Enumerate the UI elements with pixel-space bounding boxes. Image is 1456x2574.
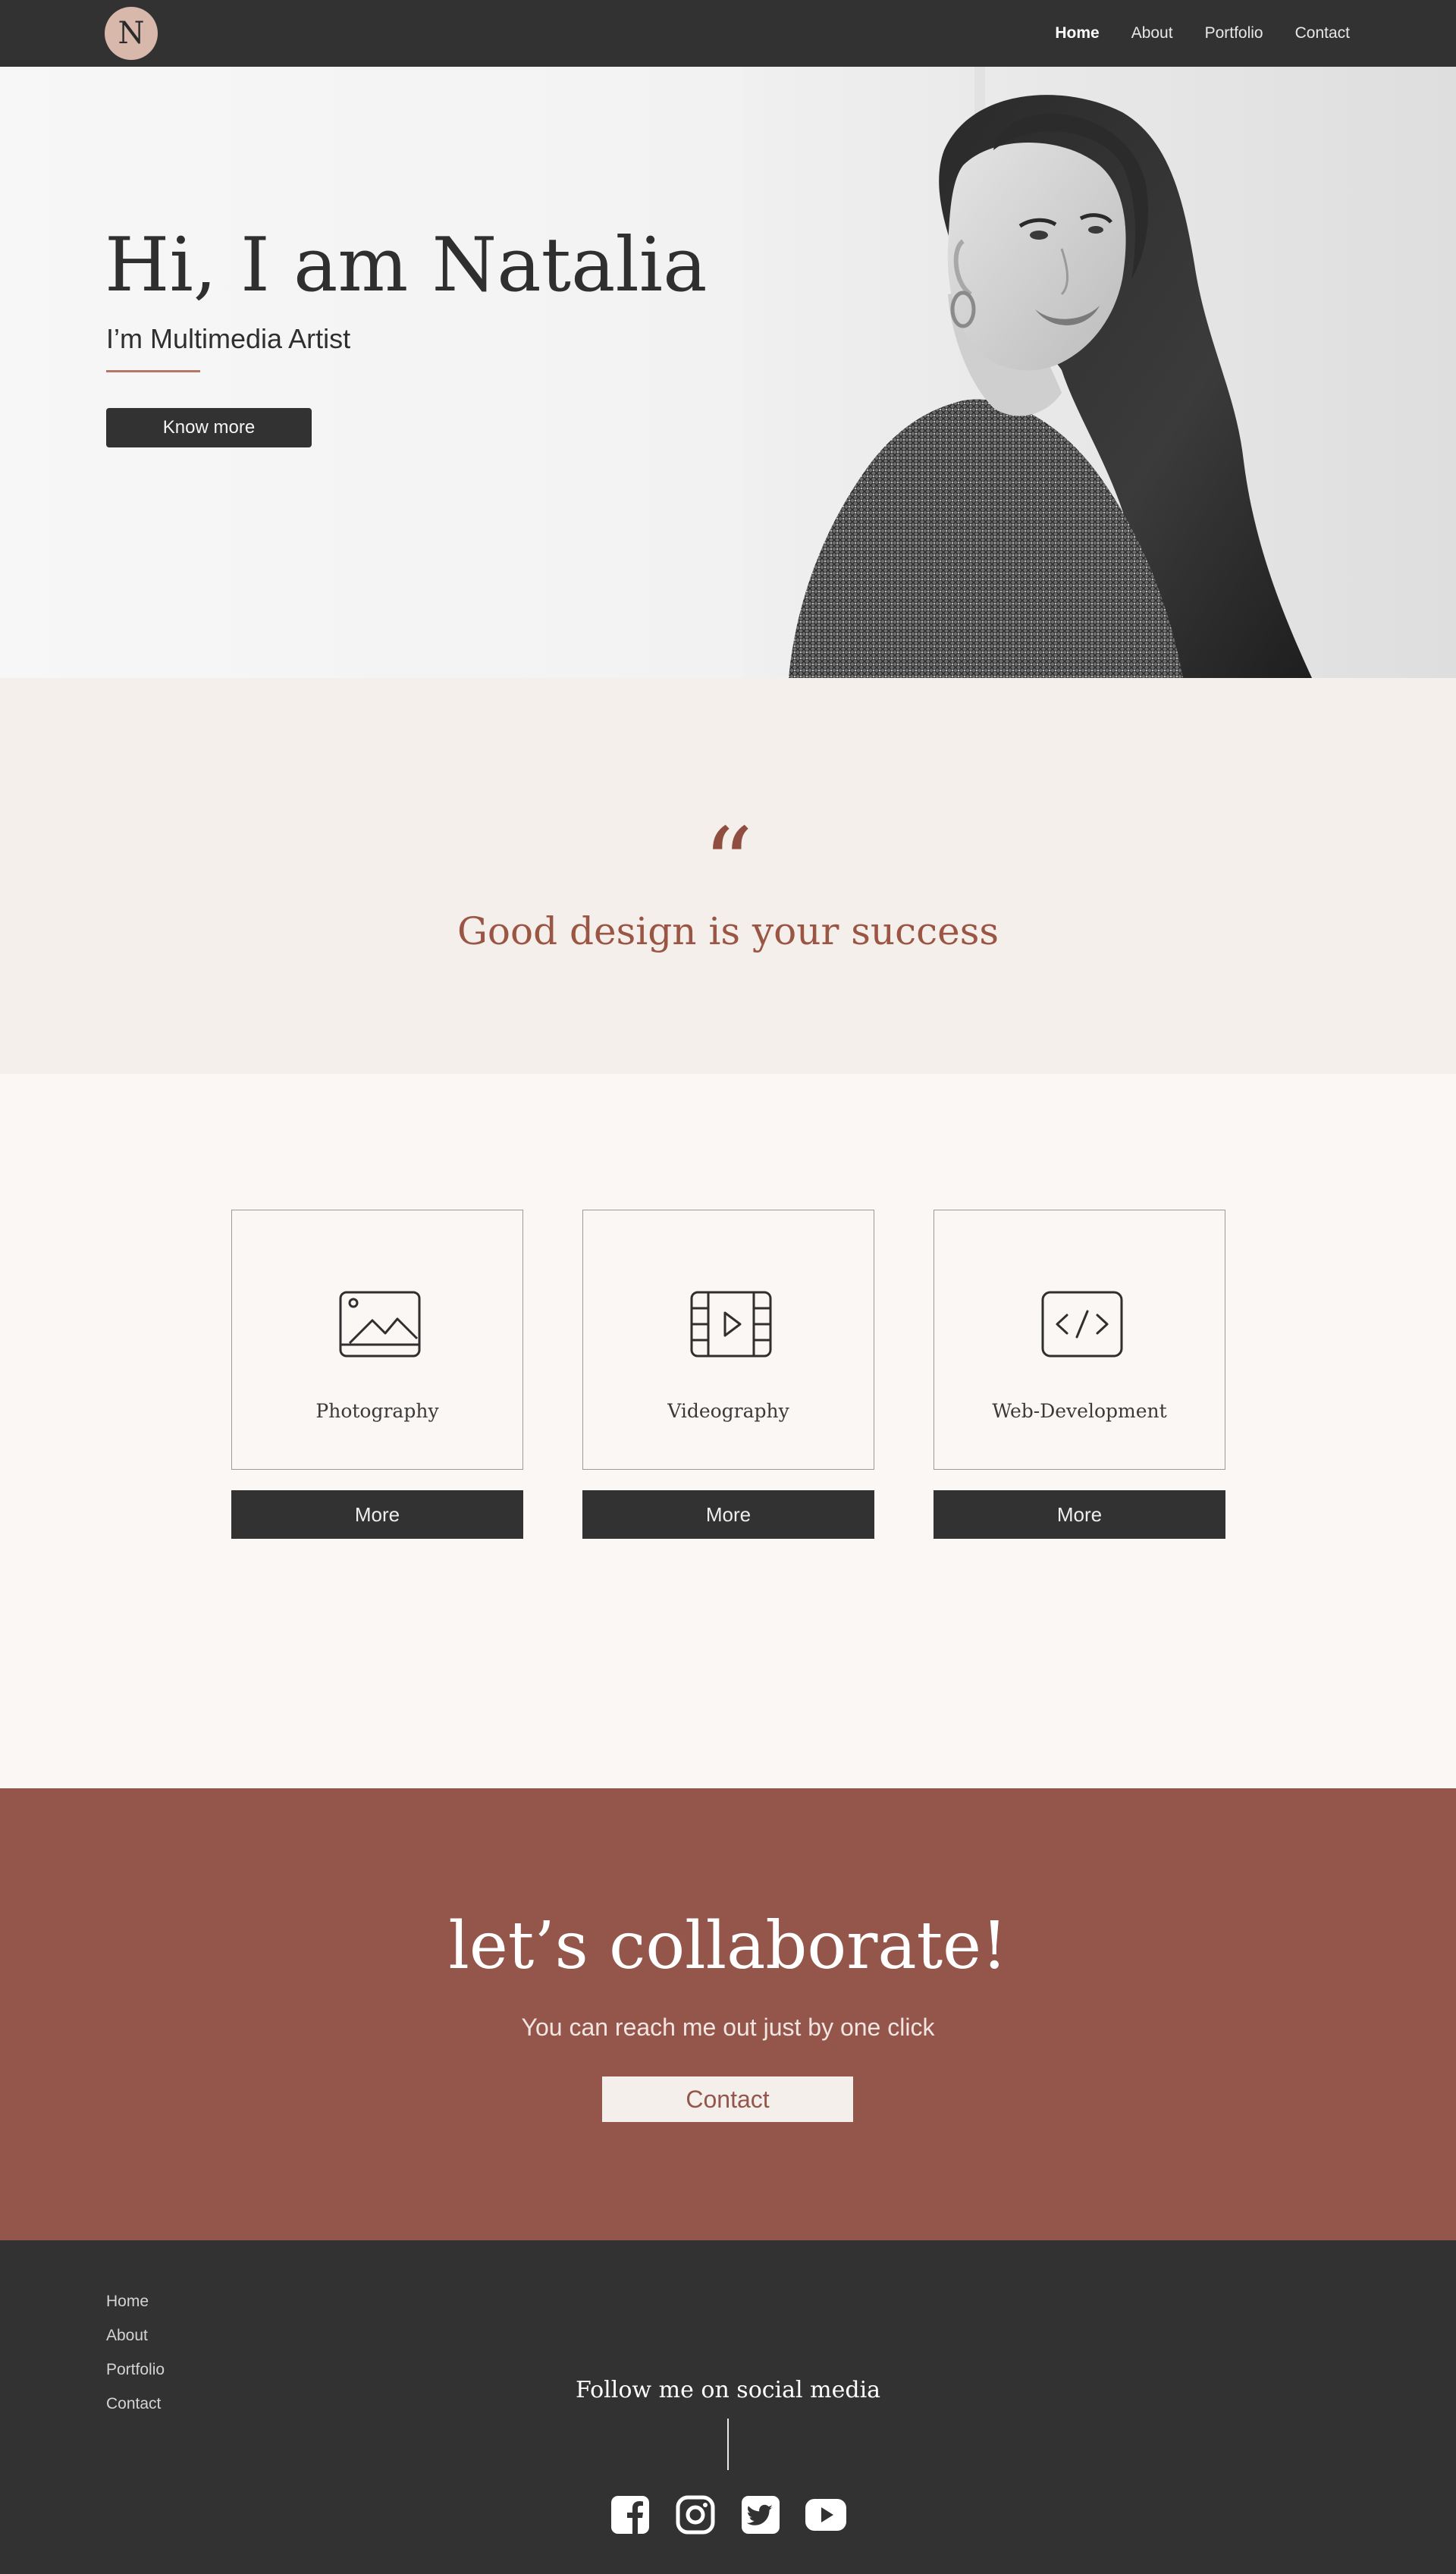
service-card-photography[interactable]: Photography [231,1210,523,1470]
collaborate-title: let’s collaborate! [448,1908,1008,1984]
code-icon [1041,1291,1123,1358]
collaborate-subtitle: You can reach me out just by one click [521,2014,935,2041]
logo-letter: N [118,16,145,51]
nav-link-about[interactable]: About [1131,24,1173,42]
know-more-button[interactable]: Know more [106,408,312,447]
footer: Home About Portfolio Contact Follow me o… [0,2240,1456,2574]
logo[interactable]: N [105,7,158,60]
hero-subtitle: I’m Multimedia Artist [106,323,351,354]
twitter-icon[interactable] [739,2494,782,2536]
image-icon [339,1291,421,1358]
instagram-icon[interactable] [674,2494,717,2536]
videography-more-button[interactable]: More [582,1490,874,1539]
film-icon [690,1291,772,1358]
divider-line [727,2419,729,2470]
hero-title: Hi, I am Natalia [105,222,708,309]
youtube-icon[interactable] [805,2494,847,2536]
nav-link-contact[interactable]: Contact [1295,24,1350,42]
service-card-label: Web-Development [992,1400,1167,1422]
nav-link-home[interactable]: Home [1055,24,1099,42]
hero-portrait-photo [743,67,1456,678]
service-card-web-development[interactable]: Web-Development [934,1210,1225,1470]
footer-link-home[interactable]: Home [106,2293,165,2309]
follow-social-heading: Follow me on social media [575,2377,881,2403]
quote-section: “ Good design is your success [0,678,1456,1074]
service-card-label: Videography [667,1400,789,1422]
facebook-icon[interactable] [609,2494,651,2536]
nav-link-portfolio[interactable]: Portfolio [1205,24,1263,42]
footer-link-portfolio[interactable]: Portfolio [106,2362,165,2378]
footer-link-about[interactable]: About [106,2328,165,2343]
service-card-label: Photography [315,1400,439,1422]
services-section: Photography More Videography More Web-De… [0,1074,1456,1788]
top-navbar: N Home About Portfolio Contact [0,0,1456,67]
quote-text: Good design is your success [457,909,999,953]
nav-links: Home About Portfolio Contact [1055,0,1350,67]
photography-more-button[interactable]: More [231,1490,523,1539]
web-development-more-button[interactable]: More [934,1490,1225,1539]
quote-mark-icon: “ [702,806,754,921]
service-card-videography[interactable]: Videography [582,1210,874,1470]
contact-button[interactable]: Contact [602,2076,853,2122]
hero-section: Hi, I am Natalia I’m Multimedia Artist K… [0,67,1456,678]
hero-accent-line [106,370,200,372]
social-icons [0,2494,1456,2536]
collaborate-section: let’s collaborate! You can reach me out … [0,1788,1456,2240]
